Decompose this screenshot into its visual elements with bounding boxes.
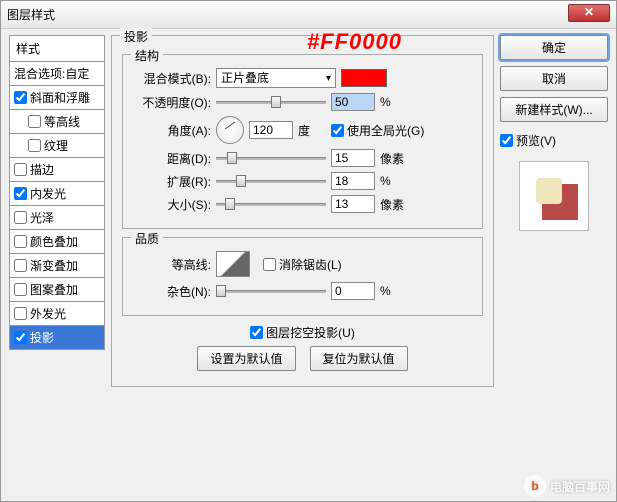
- style-item-checkbox[interactable]: [14, 307, 27, 320]
- angle-label: 角度(A):: [133, 122, 211, 139]
- style-item-label: 光泽: [30, 209, 54, 226]
- style-item-checkbox[interactable]: [14, 211, 27, 224]
- titlebar[interactable]: 图层样式 ✕: [1, 1, 616, 29]
- styles-header[interactable]: 样式: [9, 35, 105, 62]
- preview-input[interactable]: [500, 134, 513, 147]
- style-item-9[interactable]: 外发光: [9, 302, 105, 326]
- blend-mode-label: 混合模式(B):: [133, 70, 211, 87]
- style-item-label: 内发光: [30, 185, 66, 202]
- angle-dial[interactable]: [216, 116, 244, 144]
- distance-unit: 像素: [380, 150, 408, 167]
- opacity-unit: %: [380, 95, 408, 109]
- size-unit: 像素: [380, 196, 408, 213]
- noise-input[interactable]: 0: [331, 282, 375, 300]
- knockout-input[interactable]: [250, 326, 263, 339]
- style-item-label: 颜色叠加: [30, 233, 78, 250]
- spread-input[interactable]: 18: [331, 172, 375, 190]
- style-item-5[interactable]: 光泽: [9, 206, 105, 230]
- group-dropshadow: 投影 #FF0000 结构 混合模式(B): 正片叠底 不透明度(O): 50 …: [111, 35, 494, 387]
- noise-unit: %: [380, 284, 408, 298]
- new-style-button[interactable]: 新建样式(W)...: [500, 97, 608, 122]
- size-slider[interactable]: [216, 197, 326, 211]
- style-item-label: 纹理: [44, 137, 68, 154]
- noise-label: 杂色(N):: [133, 283, 211, 300]
- window-title: 图层样式: [7, 6, 55, 23]
- style-item-checkbox[interactable]: [14, 163, 27, 176]
- style-item-label: 渐变叠加: [30, 257, 78, 274]
- opacity-input[interactable]: 50: [331, 93, 375, 111]
- cancel-button[interactable]: 取消: [500, 66, 608, 91]
- spread-unit: %: [380, 174, 408, 188]
- noise-slider[interactable]: [216, 284, 326, 298]
- spread-label: 扩展(R):: [133, 173, 211, 190]
- blend-options-item[interactable]: 混合选项:自定: [9, 62, 105, 86]
- angle-unit: 度: [298, 122, 326, 139]
- global-light-checkbox[interactable]: 使用全局光(G): [331, 122, 424, 139]
- antialias-checkbox[interactable]: 消除锯齿(L): [263, 256, 342, 273]
- angle-input[interactable]: 120: [249, 121, 293, 139]
- style-item-checkbox[interactable]: [14, 187, 27, 200]
- opacity-label: 不透明度(O):: [133, 94, 211, 111]
- style-item-checkbox[interactable]: [14, 91, 27, 104]
- quality-title: 品质: [131, 230, 163, 247]
- style-item-4[interactable]: 内发光: [9, 182, 105, 206]
- watermark-icon: b: [524, 475, 546, 497]
- reset-default-button[interactable]: 复位为默认值: [310, 346, 408, 371]
- antialias-input[interactable]: [263, 258, 276, 271]
- style-item-1[interactable]: 等高线: [9, 110, 105, 134]
- styles-list: 样式 混合选项:自定 斜面和浮雕等高线纹理描边内发光光泽颜色叠加渐变叠加图案叠加…: [9, 35, 105, 493]
- group-title: 投影: [120, 28, 152, 45]
- structure-title: 结构: [131, 47, 163, 64]
- style-item-checkbox[interactable]: [28, 115, 41, 128]
- style-item-label: 等高线: [44, 113, 80, 130]
- shadow-color-swatch[interactable]: [341, 69, 387, 87]
- style-item-label: 描边: [30, 161, 54, 178]
- watermark-text: 电脑百事网: [550, 478, 610, 495]
- style-item-checkbox[interactable]: [28, 139, 41, 152]
- style-item-checkbox[interactable]: [14, 235, 27, 248]
- style-item-6[interactable]: 颜色叠加: [9, 230, 105, 254]
- contour-picker[interactable]: [216, 251, 250, 277]
- settings-panel: 投影 #FF0000 结构 混合模式(B): 正片叠底 不透明度(O): 50 …: [111, 35, 494, 493]
- distance-slider[interactable]: [216, 151, 326, 165]
- contour-label: 等高线:: [133, 256, 211, 273]
- style-item-checkbox[interactable]: [14, 259, 27, 272]
- style-item-checkbox[interactable]: [14, 331, 27, 344]
- action-column: 确定 取消 新建样式(W)... 预览(V): [500, 35, 608, 493]
- style-item-label: 图案叠加: [30, 281, 78, 298]
- group-structure: #FF0000 结构 混合模式(B): 正片叠底 不透明度(O): 50 %: [122, 54, 483, 229]
- preview-checkbox[interactable]: 预览(V): [500, 132, 608, 149]
- group-quality: 品质 等高线: 消除锯齿(L) 杂色(N): 0 %: [122, 237, 483, 316]
- size-label: 大小(S):: [133, 196, 211, 213]
- style-item-2[interactable]: 纹理: [9, 134, 105, 158]
- style-item-checkbox[interactable]: [14, 283, 27, 296]
- distance-label: 距离(D):: [133, 150, 211, 167]
- knockout-checkbox[interactable]: 图层挖空投影(U): [250, 324, 355, 341]
- style-item-8[interactable]: 图案叠加: [9, 278, 105, 302]
- spread-slider[interactable]: [216, 174, 326, 188]
- style-item-7[interactable]: 渐变叠加: [9, 254, 105, 278]
- global-light-input[interactable]: [331, 124, 344, 137]
- watermark: b 电脑百事网: [524, 475, 610, 497]
- set-default-button[interactable]: 设置为默认值: [197, 346, 295, 371]
- distance-input[interactable]: 15: [331, 149, 375, 167]
- ok-button[interactable]: 确定: [500, 35, 608, 60]
- color-annotation: #FF0000: [307, 29, 402, 55]
- blend-mode-select[interactable]: 正片叠底: [216, 68, 336, 88]
- style-item-label: 斜面和浮雕: [30, 89, 90, 106]
- close-button[interactable]: ✕: [568, 4, 610, 22]
- style-item-0[interactable]: 斜面和浮雕: [9, 86, 105, 110]
- preview-thumbnail: [519, 161, 589, 231]
- style-item-3[interactable]: 描边: [9, 158, 105, 182]
- layer-style-dialog: 图层样式 ✕ 样式 混合选项:自定 斜面和浮雕等高线纹理描边内发光光泽颜色叠加渐…: [0, 0, 617, 502]
- style-item-10[interactable]: 投影: [9, 326, 105, 350]
- style-item-label: 投影: [30, 329, 54, 346]
- opacity-slider[interactable]: [216, 95, 326, 109]
- size-input[interactable]: 13: [331, 195, 375, 213]
- style-item-label: 外发光: [30, 305, 66, 322]
